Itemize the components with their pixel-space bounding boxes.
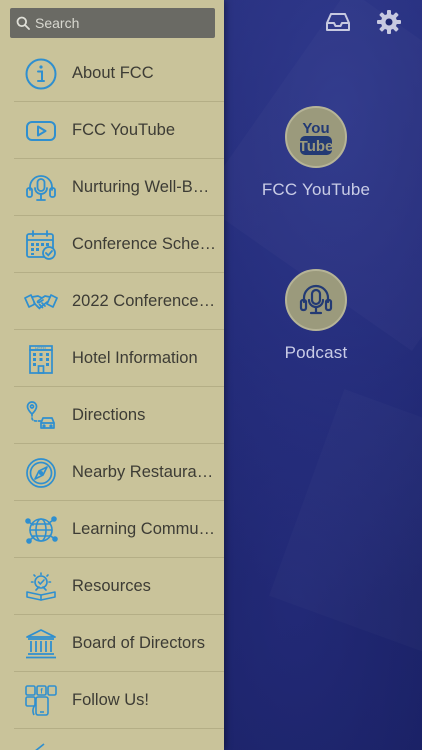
menu-item-fcc-youtube[interactable]: FCC YouTube	[0, 102, 224, 159]
menu-item-conference-schedule[interactable]: Conference Sche…	[0, 216, 224, 273]
menu-item-hotel-information[interactable]: HOTEL Hotel Information	[0, 330, 224, 387]
menu-item-follow-us[interactable]: f Follow Us!	[0, 672, 224, 729]
navigation-drawer: About FCC FCC YouTube	[0, 0, 224, 750]
menu-item-directions[interactable]: Directions	[0, 387, 224, 444]
menu-item-label: Board of Directors	[72, 634, 205, 652]
podcast-icon	[285, 269, 347, 331]
menu-item-label: Hotel Information	[72, 349, 198, 367]
calendar-icon	[24, 228, 58, 262]
menu-item-label: Directions	[72, 406, 146, 424]
search-icon	[16, 16, 30, 30]
menu-item-nurturing-well-being[interactable]: Nurturing Well-B…	[0, 159, 224, 216]
menu-item-label: Follow Us!	[72, 691, 150, 709]
social-icon: f	[24, 684, 58, 718]
globe-network-icon	[24, 513, 58, 547]
drawer-menu: About FCC FCC YouTube Nurturing Well-B… …	[0, 45, 224, 750]
podcast-icon	[24, 171, 58, 205]
menu-item-label: FCC YouTube	[72, 121, 176, 139]
svg-text:You: You	[302, 120, 329, 137]
menu-item-learning-community[interactable]: Learning Commu…	[0, 501, 224, 558]
tile-podcast[interactable]: Podcast	[236, 269, 396, 363]
tile-label: Podcast	[284, 343, 348, 362]
svg-text:Tube: Tube	[299, 138, 334, 155]
compass-icon	[24, 456, 58, 490]
handshake-icon	[24, 285, 58, 319]
inbox-icon[interactable]	[324, 8, 352, 36]
youtube-icon: You Tube	[285, 106, 347, 168]
menu-item-board-of-directors[interactable]: Board of Directors	[0, 615, 224, 672]
menu-item-2022-conference[interactable]: 2022 Conference…	[0, 273, 224, 330]
hotel-icon: HOTEL	[24, 342, 58, 376]
menu-item-label: 2022 Conference…	[72, 292, 216, 310]
gear-icon[interactable]	[375, 8, 403, 36]
menu-item-about-fcc[interactable]: About FCC	[0, 45, 224, 102]
menu-item-label: Nurturing Well-B…	[72, 178, 210, 196]
resources-icon	[24, 570, 58, 604]
menu-item-label: Nearby Restaura…	[72, 463, 214, 481]
tile-fcc-youtube[interactable]: You Tube FCC YouTube	[236, 106, 396, 200]
menu-item-partial[interactable]	[0, 729, 224, 750]
menu-item-resources[interactable]: Resources	[0, 558, 224, 615]
tile-label: FCC YouTube	[261, 180, 371, 199]
menu-item-label: Resources	[72, 577, 151, 595]
menu-item-nearby-restaurants[interactable]: Nearby Restaura…	[0, 444, 224, 501]
background-shape	[269, 389, 422, 671]
info-icon	[24, 57, 58, 91]
share-icon	[24, 741, 58, 750]
menu-item-label: Conference Sche…	[72, 235, 216, 253]
search-input[interactable]	[35, 15, 205, 31]
menu-item-label: Learning Commu…	[72, 520, 216, 538]
play-icon	[24, 114, 58, 148]
directions-icon	[24, 399, 58, 433]
search-bar[interactable]	[10, 8, 215, 38]
institution-icon	[24, 627, 58, 661]
menu-item-label: About FCC	[72, 64, 154, 82]
